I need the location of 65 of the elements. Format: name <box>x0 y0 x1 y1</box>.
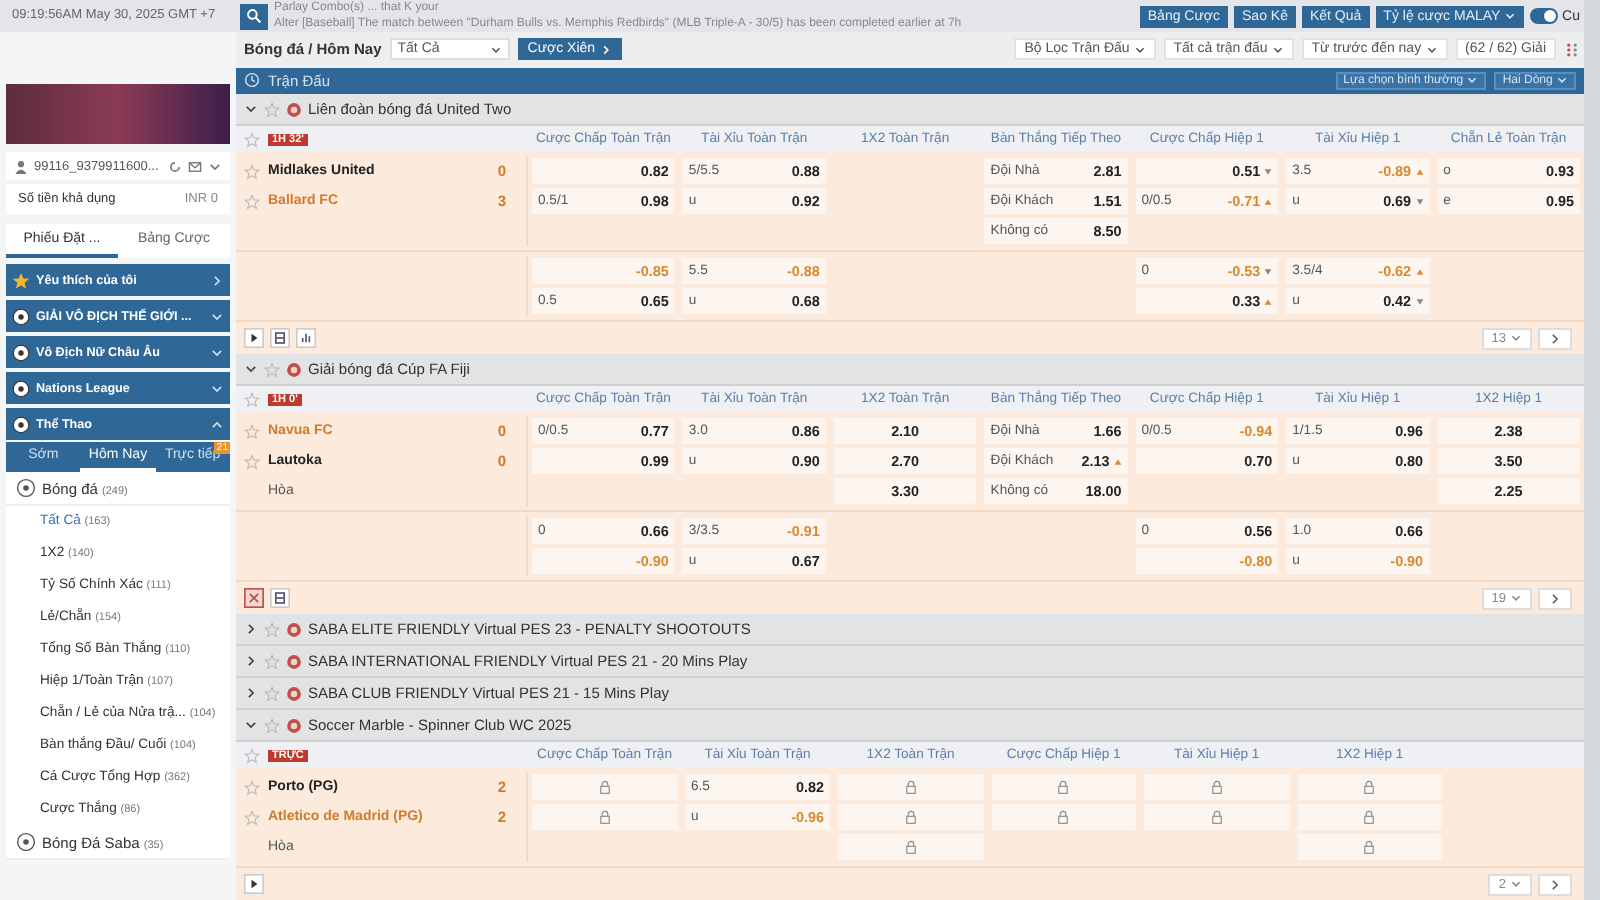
chevron-right-icon <box>1548 331 1562 345</box>
star-icon[interactable] <box>244 423 260 439</box>
next-page-button[interactable] <box>1538 327 1572 349</box>
lock-icon <box>903 840 918 854</box>
star-icon[interactable] <box>244 809 260 825</box>
toggle-switch[interactable] <box>1530 8 1559 24</box>
lock-icon <box>1362 840 1377 854</box>
league-logo-icon <box>286 361 302 377</box>
lock-icon <box>1209 780 1224 794</box>
star-icon[interactable] <box>244 747 260 763</box>
bar-chart-icon[interactable] <box>296 328 316 348</box>
star-icon[interactable] <box>264 653 280 669</box>
mail-icon[interactable] <box>188 159 202 173</box>
refresh-icon[interactable] <box>168 159 182 173</box>
chevron-down-icon <box>1510 592 1522 604</box>
chevron-right-icon <box>1548 877 1562 891</box>
star-icon[interactable] <box>264 685 280 701</box>
chevron-down-icon[interactable] <box>208 159 222 173</box>
search-button[interactable] <box>240 3 268 29</box>
search-icon <box>246 8 262 24</box>
league-logo-icon <box>286 101 302 117</box>
list-icon[interactable] <box>270 328 290 348</box>
clock-icon <box>244 72 260 89</box>
lock-icon <box>1056 810 1071 824</box>
chevron-down-icon <box>1556 74 1568 87</box>
star-icon <box>12 271 30 289</box>
user-icon <box>14 159 28 173</box>
star-icon[interactable] <box>264 361 280 377</box>
lock-icon <box>903 780 918 794</box>
chevron-down-icon <box>489 43 502 56</box>
chevron-down-icon <box>1510 332 1522 344</box>
star-icon[interactable] <box>244 391 260 407</box>
lock-icon <box>597 780 612 794</box>
chevron-right-icon <box>210 273 224 287</box>
chevron-down-icon <box>1425 43 1438 56</box>
next-page-button[interactable] <box>1538 587 1572 609</box>
star-icon[interactable] <box>244 453 260 469</box>
star-icon[interactable] <box>264 621 280 637</box>
list-icon[interactable] <box>270 588 290 608</box>
lock-icon <box>903 810 918 824</box>
lock-icon <box>1362 810 1377 824</box>
chevron-down-icon <box>1504 9 1517 22</box>
chevron-down-icon <box>1510 878 1522 890</box>
settings-dots-icon[interactable] <box>1564 39 1580 60</box>
lock-icon <box>1209 810 1224 824</box>
lock-icon <box>1056 780 1071 794</box>
star-icon[interactable] <box>244 131 260 147</box>
close-icon[interactable] <box>244 588 264 608</box>
play-icon[interactable] <box>244 874 264 894</box>
star-icon[interactable] <box>264 101 280 117</box>
next-page-button[interactable] <box>1538 873 1572 895</box>
lock-icon <box>1362 780 1377 794</box>
chevron-down-icon <box>1271 43 1284 56</box>
star-icon[interactable] <box>244 163 260 179</box>
star-icon[interactable] <box>264 717 280 733</box>
chevron-down-icon <box>1466 74 1479 87</box>
chevron-right-icon <box>1548 591 1562 605</box>
scrollbar[interactable] <box>1584 0 1600 900</box>
star-icon[interactable] <box>244 193 260 209</box>
chevron-down-icon <box>1133 43 1146 56</box>
lock-icon <box>597 810 612 824</box>
play-icon[interactable] <box>244 328 264 348</box>
chevron-right-icon <box>599 43 611 56</box>
star-icon[interactable] <box>244 779 260 795</box>
photo-placeholder[interactable] <box>6 84 230 144</box>
